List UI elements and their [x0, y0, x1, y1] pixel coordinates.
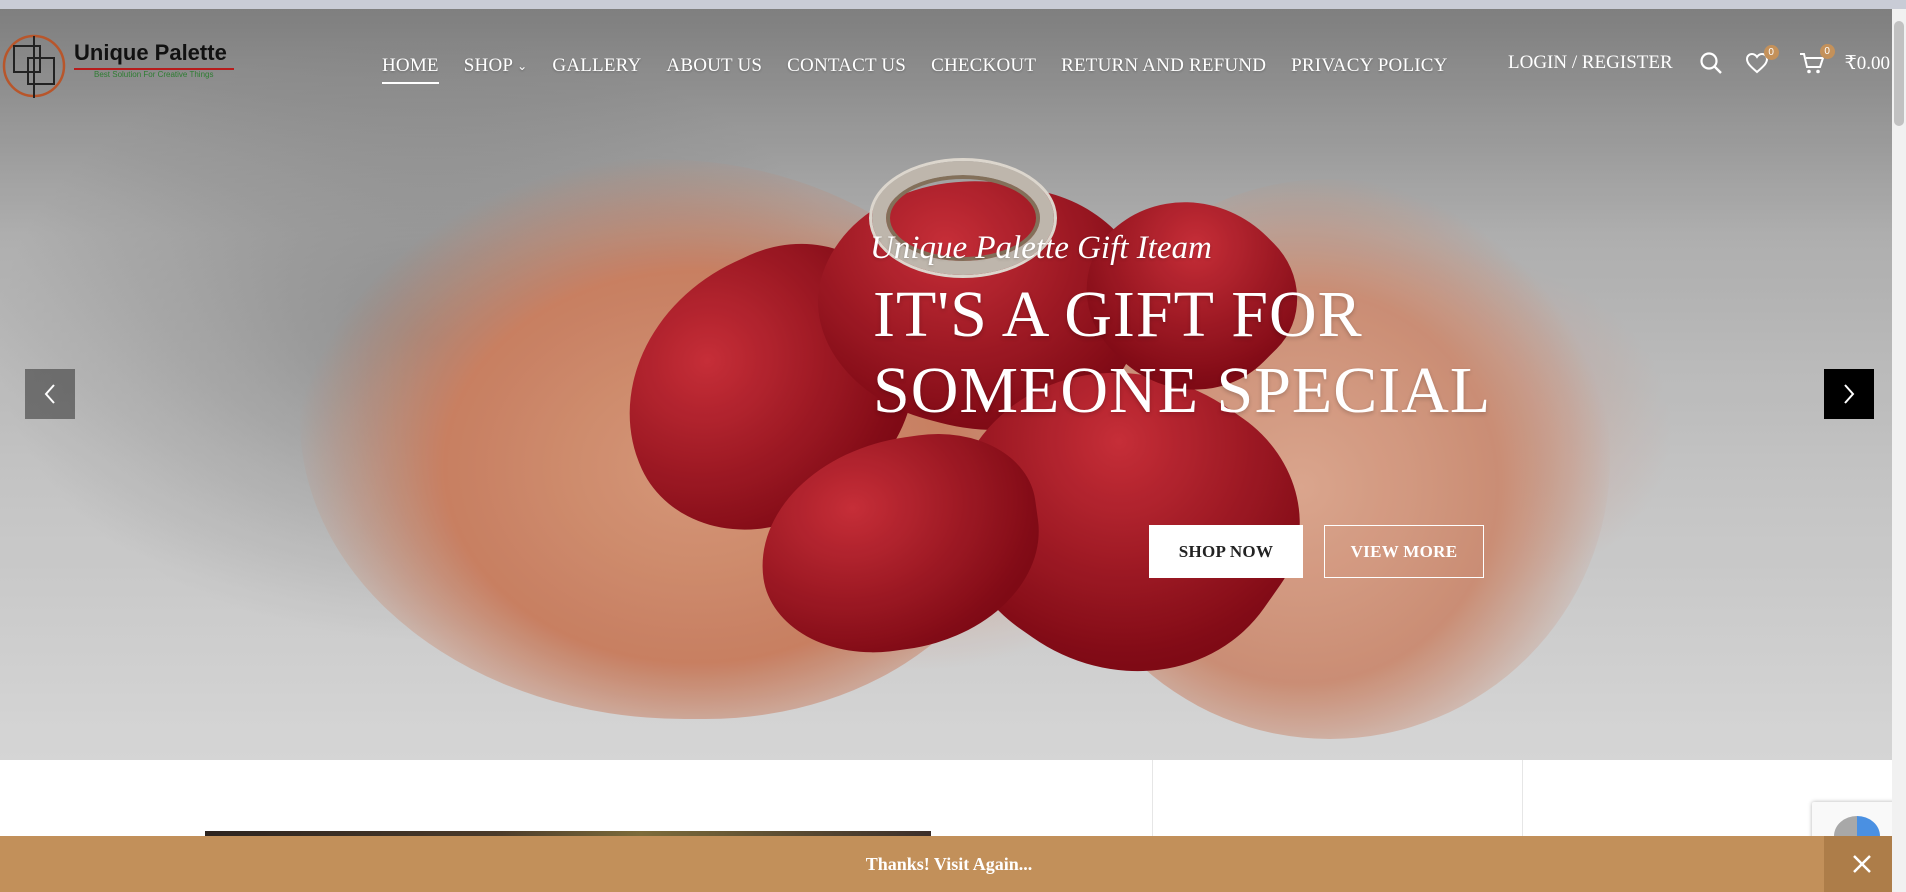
- notice-text: Thanks! Visit Again...: [865, 853, 1033, 874]
- nav-item-home[interactable]: HOME: [382, 55, 439, 84]
- nav-item-privacy-policy[interactable]: PRIVACY POLICY: [1291, 55, 1447, 77]
- site-logo[interactable]: Unique Palette Best Solution For Creativ…: [0, 30, 240, 102]
- nav-label: GALLERY: [552, 55, 642, 76]
- nav-item-return-and-refund[interactable]: RETURN AND REFUND: [1061, 55, 1266, 77]
- login-register-link[interactable]: LOGIN / REGISTER: [1508, 52, 1673, 74]
- notice-bar: Thanks! Visit Again...: [0, 836, 1906, 892]
- search-icon: [1700, 52, 1722, 74]
- nav-label: ABOUT US: [666, 55, 763, 76]
- section-divider: [1522, 760, 1523, 846]
- nav-item-gallery[interactable]: GALLERY: [552, 55, 641, 77]
- close-icon: [1853, 855, 1871, 873]
- browser-top-strip: [0, 0, 1906, 9]
- shop-now-button[interactable]: SHOP NOW: [1149, 525, 1303, 578]
- nav-label: RETURN AND REFUND: [1061, 55, 1267, 76]
- section-divider: [1152, 760, 1153, 846]
- wishlist-button[interactable]: 0: [1745, 45, 1779, 74]
- nav-label: CHECKOUT: [931, 55, 1037, 76]
- nav-item-contact-us[interactable]: CONTACT US: [787, 55, 906, 77]
- hero-headline-line2: SOMEONE SPECIAL: [873, 354, 1492, 427]
- nav-label: HOME: [382, 55, 439, 76]
- header-actions: LOGIN / REGISTER 0 0 ₹0.00: [1508, 44, 1890, 75]
- hero-headline: IT'S A GIFT FOR SOMEONE SPECIAL: [873, 277, 1491, 429]
- main-nav: HOME SHOP ⌄ GALLERY ABOUT US CONTACT US C…: [382, 53, 1473, 84]
- slider-prev-button[interactable]: [25, 369, 75, 419]
- scrollbar-thumb[interactable]: [1894, 21, 1904, 126]
- logo-name: Unique Palette: [74, 40, 227, 65]
- wishlist-count-badge: 0: [1763, 45, 1779, 60]
- chevron-down-icon: ⌄: [517, 58, 528, 73]
- hero-headline-line1: IT'S A GIFT FOR: [873, 278, 1363, 351]
- search-button[interactable]: [1699, 51, 1723, 75]
- nav-item-shop[interactable]: SHOP ⌄: [464, 55, 528, 77]
- notice-close-button[interactable]: [1824, 836, 1900, 892]
- nav-label: SHOP: [463, 55, 514, 76]
- hero-slider: Unique Palette Gift Iteam IT'S A GIFT FO…: [0, 9, 1892, 760]
- chevron-left-icon: [44, 384, 55, 404]
- logo-mark-icon: [2, 34, 66, 98]
- chevron-right-icon: [1844, 384, 1855, 404]
- cart-total[interactable]: ₹0.00: [1845, 52, 1890, 75]
- cart-button[interactable]: 0: [1799, 44, 1835, 75]
- nav-item-checkout[interactable]: CHECKOUT: [931, 55, 1036, 77]
- cart-count-badge: 0: [1819, 44, 1835, 59]
- page-scrollbar[interactable]: [1892, 9, 1906, 892]
- nav-label: PRIVACY POLICY: [1291, 55, 1448, 76]
- slider-next-button[interactable]: [1824, 369, 1874, 419]
- view-more-button[interactable]: VIEW MORE: [1324, 525, 1484, 578]
- nav-label: CONTACT US: [787, 55, 907, 76]
- hero-subtitle: Unique Palette Gift Iteam: [870, 230, 1212, 266]
- nav-item-about-us[interactable]: ABOUT US: [666, 55, 762, 77]
- logo-tagline: Best Solution For Creative Things: [94, 70, 214, 79]
